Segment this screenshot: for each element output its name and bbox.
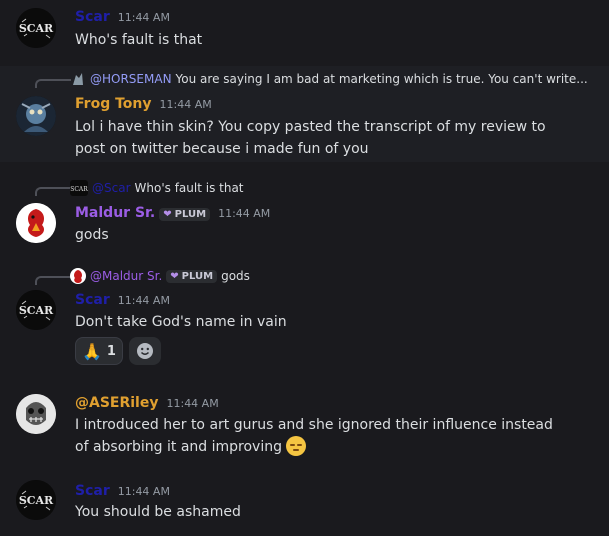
plum-badge[interactable]: ❤ PLUM	[159, 208, 211, 221]
message-text: gods	[75, 227, 109, 243]
reply-text: gods	[221, 269, 250, 283]
reply-preview[interactable]: @Maldur Sr. ❤ PLUM gods	[70, 268, 250, 284]
reaction-count: 1	[106, 343, 116, 359]
message-text: Lol i have thin skin? You copy pasted th…	[75, 119, 546, 157]
message-text: Who's fault is that	[75, 32, 203, 48]
scar-logo-icon[interactable]: SCAR	[16, 480, 56, 520]
timestamp: 11:44 AM	[117, 294, 170, 307]
reaction-praying-hands[interactable]: 🙏 1	[75, 337, 123, 365]
svg-text:SCAR: SCAR	[19, 22, 54, 35]
scar-mini-icon: SCAR	[70, 180, 88, 196]
reply-text: Who's fault is that	[134, 181, 244, 195]
svg-text:SCAR: SCAR	[19, 494, 54, 507]
praying-hands-icon: 🙏	[82, 341, 102, 361]
message-scar-3[interactable]: SCAR Scar 11:44 AM You should be ashamed	[0, 476, 609, 536]
message-aseriley[interactable]: @ASERiley 11:44 AM I introduced her to a…	[0, 386, 609, 470]
reply-preview[interactable]: @HORSEMAN You are saying I am bad at mar…	[70, 71, 588, 87]
scar-logo-icon[interactable]: SCAR	[16, 290, 56, 330]
reply-mention[interactable]: @HORSEMAN	[90, 72, 172, 86]
username-scar[interactable]: Scar	[75, 9, 110, 25]
heart-icon: ❤	[163, 209, 172, 220]
red-bird-icon[interactable]	[16, 203, 56, 243]
timestamp: 11:44 AM	[117, 485, 170, 498]
message-text-wrapper: I introduced her to art gurus and she ig…	[75, 414, 563, 458]
pensive-face-icon	[286, 436, 307, 456]
message-text: Don't take God's name in vain	[75, 314, 287, 330]
message-text: I introduced her to art gurus and she ig…	[75, 417, 553, 455]
username-maldur[interactable]: Maldur Sr.	[75, 205, 155, 221]
reply-spine	[35, 276, 71, 285]
reply-mention[interactable]: @Scar	[92, 181, 131, 195]
username-aseriley[interactable]: @ASERiley	[75, 395, 158, 411]
reply-preview[interactable]: SCAR @Scar Who's fault is that	[70, 180, 244, 196]
reply-mention[interactable]: @Maldur Sr.	[90, 269, 162, 283]
frog-warrior-icon[interactable]	[16, 96, 56, 136]
reply-spine	[35, 79, 71, 88]
message-text: You should be ashamed	[75, 504, 241, 520]
message-scar-1[interactable]: SCAR Scar 11:44 AM Who's fault is that	[0, 0, 609, 64]
message-frog-tony[interactable]: @HORSEMAN You are saying I am bad at mar…	[0, 66, 609, 162]
badge-label: PLUM	[181, 270, 214, 282]
plum-badge[interactable]: ❤ PLUM	[166, 269, 218, 283]
skull-mask-icon[interactable]	[16, 394, 56, 434]
username-scar[interactable]: Scar	[75, 483, 110, 499]
heart-icon: ❤	[170, 270, 179, 282]
svg-text:SCAR: SCAR	[19, 304, 54, 317]
reply-text: You are saying I am bad at marketing whi…	[175, 72, 588, 86]
message-maldur[interactable]: SCAR @Scar Who's fault is that Maldur Sr…	[0, 176, 609, 256]
timestamp: 11:44 AM	[159, 98, 212, 111]
scar-logo-icon[interactable]: SCAR	[16, 8, 56, 48]
maldur-mini-icon	[70, 268, 86, 284]
username-frog-tony[interactable]: Frog Tony	[75, 96, 152, 112]
timestamp: 11:44 AM	[117, 11, 170, 24]
timestamp: 11:44 AM	[218, 207, 271, 220]
timestamp: 11:44 AM	[166, 397, 219, 410]
username-scar[interactable]: Scar	[75, 292, 110, 308]
reply-spine	[35, 187, 71, 196]
message-scar-2[interactable]: @Maldur Sr. ❤ PLUM gods SCAR Scar 11:44 …	[0, 264, 609, 374]
svg-text:SCAR: SCAR	[70, 186, 88, 193]
add-reaction-smiley-icon[interactable]	[128, 337, 161, 365]
badge-label: PLUM	[174, 209, 207, 220]
horseman-avatar-icon	[70, 71, 86, 87]
